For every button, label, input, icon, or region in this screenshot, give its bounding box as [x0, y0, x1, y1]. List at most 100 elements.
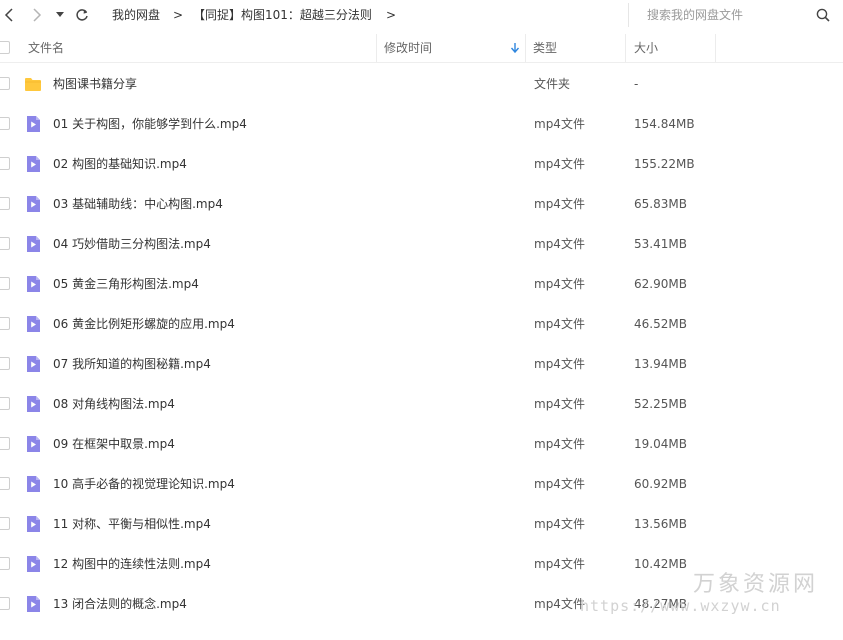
video-file-icon	[27, 436, 40, 452]
forward-button[interactable]	[26, 5, 46, 25]
sort-descending-icon[interactable]	[510, 42, 520, 54]
file-type: mp4文件	[534, 397, 585, 411]
video-file-icon	[27, 236, 40, 252]
file-size: 46.52MB	[634, 317, 687, 331]
refresh-button[interactable]	[72, 5, 92, 25]
row-checkbox[interactable]	[0, 77, 10, 90]
chevron-left-icon	[4, 8, 13, 22]
file-size: 65.83MB	[634, 197, 687, 211]
file-type: mp4文件	[534, 557, 585, 571]
column-header-name[interactable]: 文件名	[28, 34, 64, 62]
row-checkbox[interactable]	[0, 117, 10, 130]
video-file-icon	[27, 396, 40, 412]
file-row[interactable]: 09 在框架中取景.mp4 mp4文件 19.04MB	[0, 424, 843, 464]
watermark-title: 万象资源网	[693, 572, 819, 597]
file-type: mp4文件	[534, 277, 585, 291]
file-row[interactable]: 01 关于构图，你能够学到什么.mp4 mp4文件 154.84MB	[0, 104, 843, 144]
file-name[interactable]: 12 构图中的连续性法则.mp4	[53, 556, 211, 572]
caret-down-icon	[56, 12, 64, 17]
file-row[interactable]: 构图课书籍分享 文件夹 -	[0, 64, 843, 104]
file-type: mp4文件	[534, 357, 585, 371]
file-name[interactable]: 13 闭合法则的概念.mp4	[53, 596, 187, 612]
file-name[interactable]: 11 对称、平衡与相似性.mp4	[53, 516, 211, 532]
file-type: mp4文件	[534, 237, 585, 251]
file-row[interactable]: 04 巧妙借助三分构图法.mp4 mp4文件 53.41MB	[0, 224, 843, 264]
column-divider[interactable]	[525, 34, 526, 62]
file-type: mp4文件	[534, 437, 585, 451]
watermark-url: https://www.wxzyw.cn	[580, 597, 781, 615]
file-size: 52.25MB	[634, 397, 687, 411]
file-type: 文件夹	[534, 77, 571, 91]
row-checkbox[interactable]	[0, 397, 10, 410]
file-type: mp4文件	[534, 597, 585, 611]
file-size: 13.94MB	[634, 357, 687, 371]
row-checkbox[interactable]	[0, 157, 10, 170]
row-checkbox[interactable]	[0, 557, 10, 570]
row-checkbox[interactable]	[0, 357, 10, 370]
video-file-icon	[27, 156, 40, 172]
breadcrumb-separator: >	[173, 8, 184, 22]
search-icon[interactable]	[816, 8, 830, 22]
file-list-header: 文件名 修改时间 类型 大小	[0, 34, 843, 63]
file-size: 62.90MB	[634, 277, 687, 291]
file-row[interactable]: 11 对称、平衡与相似性.mp4 mp4文件 13.56MB	[0, 504, 843, 544]
file-row[interactable]: 10 高手必备的视觉理论知识.mp4 mp4文件 60.92MB	[0, 464, 843, 504]
column-header-modified[interactable]: 修改时间	[384, 34, 432, 62]
file-size: 53.41MB	[634, 237, 687, 251]
file-size: 155.22MB	[634, 157, 695, 171]
chevron-right-icon	[33, 8, 42, 22]
row-checkbox[interactable]	[0, 517, 10, 530]
file-name[interactable]: 构图课书籍分享	[53, 76, 137, 92]
file-name[interactable]: 08 对角线构图法.mp4	[53, 396, 175, 412]
toolbar: 我的网盘 > 【同捉】构图101：超越三分法则 >	[0, 0, 843, 30]
select-all-checkbox[interactable]	[0, 41, 10, 54]
file-name[interactable]: 09 在框架中取景.mp4	[53, 436, 175, 452]
file-row[interactable]: 03 基础辅助线：中心构图.mp4 mp4文件 65.83MB	[0, 184, 843, 224]
video-file-icon	[27, 596, 40, 612]
file-row[interactable]: 02 构图的基础知识.mp4 mp4文件 155.22MB	[0, 144, 843, 184]
column-divider[interactable]	[625, 34, 626, 62]
file-row[interactable]: 08 对角线构图法.mp4 mp4文件 52.25MB	[0, 384, 843, 424]
video-file-icon	[27, 316, 40, 332]
row-checkbox[interactable]	[0, 237, 10, 250]
file-type: mp4文件	[534, 317, 585, 331]
file-size: 60.92MB	[634, 477, 687, 491]
breadcrumb-separator: >	[386, 8, 397, 22]
file-size: 10.42MB	[634, 557, 687, 571]
file-name[interactable]: 05 黄金三角形构图法.mp4	[53, 276, 199, 292]
file-name[interactable]: 07 我所知道的构图秘籍.mp4	[53, 356, 211, 372]
file-name[interactable]: 04 巧妙借助三分构图法.mp4	[53, 236, 211, 252]
breadcrumb-root[interactable]: 我的网盘	[112, 7, 160, 23]
column-divider[interactable]	[715, 34, 716, 62]
file-type: mp4文件	[534, 517, 585, 531]
row-checkbox[interactable]	[0, 437, 10, 450]
file-type: mp4文件	[534, 197, 585, 211]
search-input[interactable]	[647, 6, 807, 24]
file-size: 154.84MB	[634, 117, 695, 131]
breadcrumb-current[interactable]: 【同捉】构图101：超越三分法则	[193, 7, 372, 23]
file-row[interactable]: 07 我所知道的构图秘籍.mp4 mp4文件 13.94MB	[0, 344, 843, 384]
file-name[interactable]: 10 高手必备的视觉理论知识.mp4	[53, 476, 235, 492]
file-size: 13.56MB	[634, 517, 687, 531]
column-header-type[interactable]: 类型	[533, 34, 557, 62]
file-list: 构图课书籍分享 文件夹 - 01 关于构图，你能够学到什么.mp4 mp4文件 …	[0, 64, 843, 624]
file-name[interactable]: 01 关于构图，你能够学到什么.mp4	[53, 116, 247, 132]
video-file-icon	[27, 276, 40, 292]
row-checkbox[interactable]	[0, 317, 10, 330]
file-name[interactable]: 06 黄金比例矩形螺旋的应用.mp4	[53, 316, 235, 332]
row-checkbox[interactable]	[0, 277, 10, 290]
row-checkbox[interactable]	[0, 477, 10, 490]
file-type: mp4文件	[534, 117, 585, 131]
file-row[interactable]: 06 黄金比例矩形螺旋的应用.mp4 mp4文件 46.52MB	[0, 304, 843, 344]
back-button[interactable]	[0, 5, 20, 25]
file-size: 19.04MB	[634, 437, 687, 451]
file-name[interactable]: 03 基础辅助线：中心构图.mp4	[53, 196, 223, 212]
file-name[interactable]: 02 构图的基础知识.mp4	[53, 156, 187, 172]
file-row[interactable]: 05 黄金三角形构图法.mp4 mp4文件 62.90MB	[0, 264, 843, 304]
column-divider[interactable]	[376, 34, 377, 62]
column-header-size[interactable]: 大小	[634, 34, 658, 62]
row-checkbox[interactable]	[0, 197, 10, 210]
history-dropdown-button[interactable]	[52, 5, 68, 25]
file-type: mp4文件	[534, 477, 585, 491]
row-checkbox[interactable]	[0, 597, 10, 610]
